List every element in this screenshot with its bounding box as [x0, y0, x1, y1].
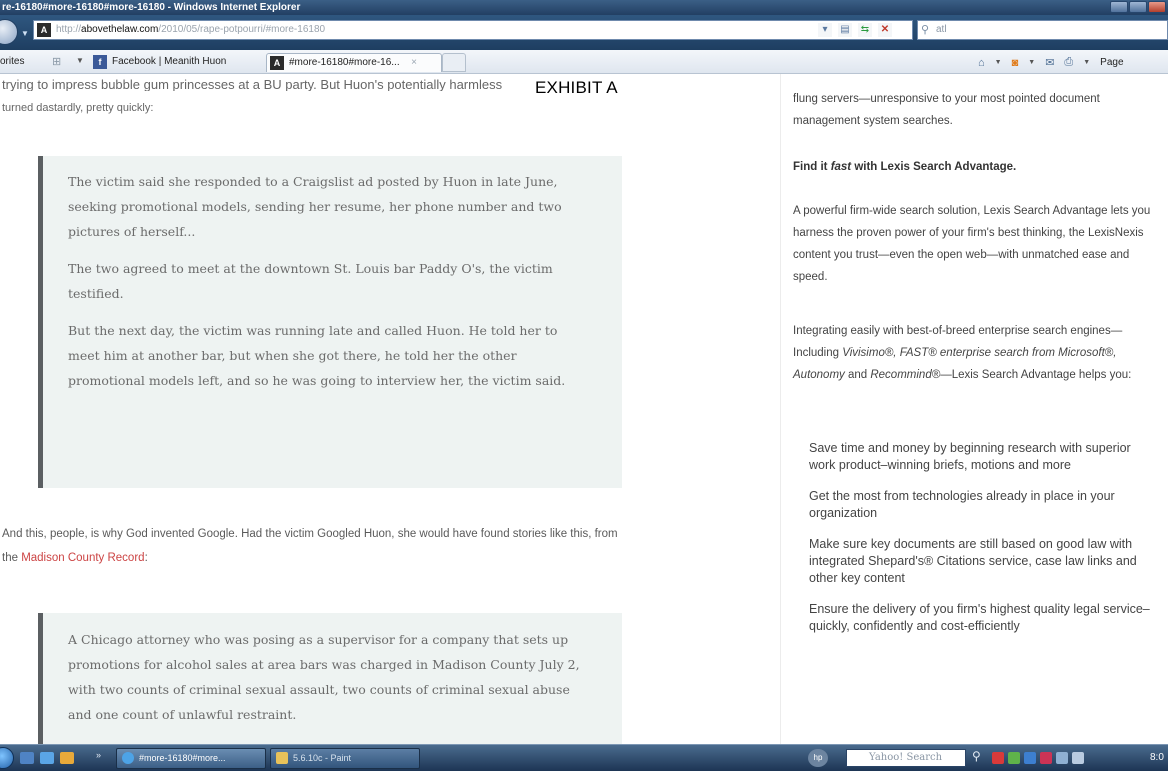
tray-icon[interactable] — [1040, 752, 1052, 764]
sidebar-paragraph: A powerful firm-wide search solution, Le… — [793, 205, 1151, 283]
ie-icon — [122, 752, 134, 764]
quote-paragraph: A Chicago attorney who was posing as a s… — [68, 632, 580, 722]
window-controls — [1110, 1, 1166, 13]
tab-label: Facebook | Meanith Huon — [112, 56, 227, 67]
search-input[interactable]: ⚲ atl — [917, 20, 1168, 40]
close-window-button[interactable] — [1148, 1, 1166, 13]
task-label: 5.6.10c - Paint — [293, 753, 352, 763]
facebook-icon: f — [93, 55, 107, 69]
window-title: re-16180#more-16180#more-16180 - Windows… — [2, 2, 301, 13]
home-icon[interactable]: ⌂ — [978, 57, 985, 69]
text-run: —Lexis Search Advantage helps you: — [940, 369, 1132, 381]
rss-icon[interactable]: ◙ — [1012, 57, 1019, 69]
chevron-down-icon[interactable]: ▼ — [995, 59, 1002, 66]
sidebar-benefits-list: Save time and money by beginning researc… — [809, 440, 1159, 649]
article-lead-line: turned dastardly, pretty quickly: — [2, 102, 154, 114]
blockquote-madison: A Chicago attorney who was posing as a s… — [38, 613, 622, 744]
print-icon[interactable]: ⎙ — [1064, 56, 1073, 69]
article-paragraph: And this, people, is why God invented Go… — [2, 522, 627, 570]
volume-icon[interactable] — [1072, 752, 1084, 764]
url-path: /2010/05/rape-potpourri/#more-16180 — [158, 24, 326, 35]
address-bar-area: ▼ A http://abovethelaw.com/2010/05/rape-… — [0, 15, 1168, 50]
clock: 8:0 — [1150, 752, 1164, 763]
quick-launch-icon[interactable] — [40, 752, 54, 764]
url-protocol: http:// — [56, 24, 82, 35]
favorites-bar: orites ⊞ ▼ f Facebook | Meanith Huon A #… — [0, 50, 1168, 74]
tray-icon[interactable] — [1024, 752, 1036, 764]
network-icon[interactable] — [1056, 752, 1068, 764]
mail-icon[interactable]: ✉ — [1045, 56, 1054, 69]
tray-icon[interactable] — [1008, 752, 1020, 764]
task-label: #more-16180#more... — [139, 753, 226, 763]
search-icon[interactable]: ⚲ — [972, 749, 981, 763]
page-menu[interactable]: Page — [1100, 57, 1123, 68]
text-run: and — [844, 369, 871, 381]
list-item: Ensure the delivery of you firm's highes… — [809, 602, 1150, 633]
taskbar-item-ie[interactable]: #more-16180#more... — [116, 748, 266, 769]
quick-tabs-icon[interactable]: ⊞ — [52, 55, 61, 68]
maximize-button[interactable] — [1129, 1, 1147, 13]
site-favicon-icon: A — [37, 23, 51, 37]
sidebar-intro: flung servers—unresponsive to your most … — [793, 93, 1100, 127]
quote-paragraph: The victim said she responded to a Craig… — [68, 174, 562, 239]
list-item: Get the most from technologies already i… — [809, 489, 1115, 520]
heading-emphasis: fast — [830, 161, 852, 173]
system-tray — [992, 752, 1084, 764]
close-icon[interactable]: × — [411, 54, 417, 71]
show-desktop-icon[interactable] — [20, 752, 34, 764]
address-tools: ▾ ▤ ⇆ ✕ — [818, 23, 892, 37]
page-content: EXHIBIT A trying to impress bubble gum p… — [0, 74, 1168, 744]
quick-launch-icon[interactable] — [60, 752, 74, 764]
dropdown-icon[interactable]: ▾ — [818, 23, 832, 37]
hp-icon[interactable]: hp — [808, 749, 828, 767]
search-icon: ⚲ — [921, 24, 930, 36]
compatibility-icon[interactable]: ▤ — [838, 23, 852, 37]
quote-paragraph: The two agreed to meet at the downtown S… — [68, 261, 553, 301]
list-item: Make sure key documents are still based … — [809, 537, 1137, 585]
paint-icon — [276, 752, 288, 764]
start-button[interactable] — [0, 747, 14, 769]
blockquote-craigslist: The victim said she responded to a Craig… — [38, 156, 622, 488]
window-titlebar: re-16180#more-16180#more-16180 - Windows… — [0, 0, 1168, 15]
exhibit-label: EXHIBIT A — [535, 78, 618, 97]
stop-icon[interactable]: ✕ — [878, 23, 892, 37]
minimize-button[interactable] — [1110, 1, 1128, 13]
favorites-label[interactable]: orites — [0, 56, 24, 67]
sidebar-paragraph: Integrating easily with best-of-breed en… — [793, 320, 1163, 386]
sidebar-ad: flung servers—unresponsive to your most … — [780, 74, 1168, 744]
text-run-italic: Recommind® — [870, 369, 941, 381]
article-text-tail: : — [144, 552, 148, 564]
quote-paragraph: But the next day, the victim was running… — [68, 323, 566, 388]
article-cut-line: trying to impress bubble gum princesses … — [2, 78, 503, 91]
yahoo-search-input[interactable]: Yahoo! Search — [846, 749, 966, 767]
tab-facebook[interactable]: f Facebook | Meanith Huon — [90, 53, 230, 72]
heading-suffix: with Lexis Search Advantage. — [851, 161, 1017, 173]
url-field[interactable]: A http://abovethelaw.com/2010/05/rape-po… — [33, 20, 913, 40]
tray-icon[interactable] — [992, 752, 1004, 764]
list-item: Save time and money by beginning researc… — [809, 441, 1131, 472]
chevron-down-icon[interactable]: ▼ — [1028, 59, 1035, 66]
tab-label: #more-16180#more-16... — [289, 57, 400, 68]
url-domain: abovethelaw.com — [81, 24, 159, 35]
madison-county-record-link[interactable]: Madison County Record — [21, 552, 144, 564]
heading-prefix: Find it — [793, 161, 831, 173]
taskbar-item-paint[interactable]: 5.6.10c - Paint — [270, 748, 420, 769]
command-bar: ⌂ ▼ ◙ ▼ ✉ ⎙ ▼ Page — [978, 56, 1124, 69]
site-icon: A — [270, 56, 284, 70]
forward-button[interactable] — [0, 19, 18, 45]
chevron-right-icon[interactable]: » — [96, 750, 101, 760]
tab-active[interactable]: A #more-16180#more-16... × — [266, 53, 442, 72]
taskbar: » #more-16180#more... 5.6.10c - Paint hp… — [0, 744, 1168, 771]
chevron-down-icon[interactable]: ▼ — [1083, 59, 1090, 66]
sidebar-heading: Find it fast with Lexis Search Advantage… — [793, 156, 1163, 178]
search-text: atl — [936, 24, 947, 35]
chevron-down-icon[interactable]: ▼ — [76, 56, 84, 65]
refresh-icon[interactable]: ⇆ — [858, 23, 872, 37]
chevron-down-icon[interactable]: ▼ — [21, 29, 29, 38]
new-tab-button[interactable] — [442, 53, 466, 72]
